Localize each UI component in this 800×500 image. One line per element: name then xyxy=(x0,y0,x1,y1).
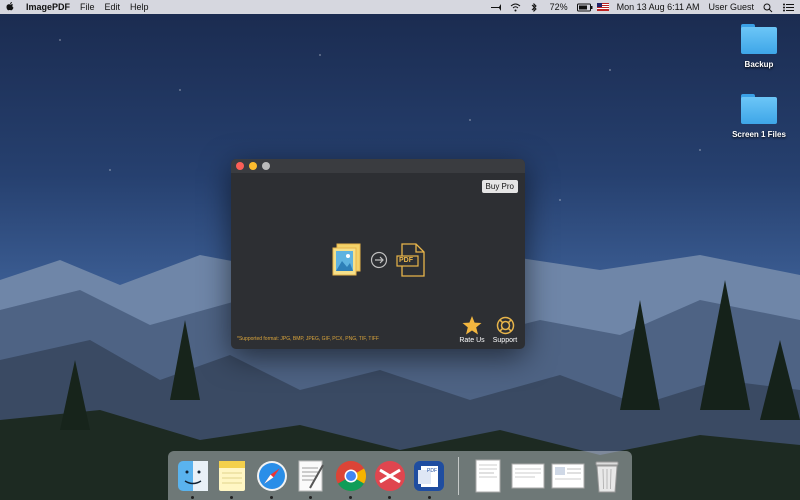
wifi-icon[interactable] xyxy=(510,3,521,12)
arrow-right-icon xyxy=(370,251,388,269)
dock-separator xyxy=(458,456,460,495)
pdf-label: PDF xyxy=(399,257,413,264)
rate-us-label: Rate Us xyxy=(459,337,485,344)
image-stack-icon xyxy=(332,243,361,276)
battery-percent[interactable]: 72% xyxy=(550,2,568,12)
minimize-button[interactable] xyxy=(249,162,257,170)
imagepdf-icon: PDF xyxy=(414,460,445,491)
apple-icon[interactable] xyxy=(6,1,16,14)
desktop-folder-backup[interactable]: Backup xyxy=(729,24,789,69)
supported-formats-text: *Supported format: JPG, BMP, JPEG, GIF, … xyxy=(237,336,379,342)
menubar-clock[interactable]: Mon 13 Aug 6:11 AM xyxy=(617,2,700,12)
support-label: Support xyxy=(492,337,518,344)
document-thumbnail-icon xyxy=(511,463,545,488)
dock-finder[interactable] xyxy=(176,459,209,499)
notification-center-icon[interactable] xyxy=(783,3,794,12)
rate-us-button[interactable]: Rate Us xyxy=(457,316,487,344)
dock-document-2[interactable] xyxy=(511,459,545,493)
pdf-document-icon: PDF xyxy=(396,243,426,277)
dock: PDF xyxy=(168,451,632,500)
skitch-icon xyxy=(374,460,405,491)
spotlight-search-icon[interactable] xyxy=(763,3,774,12)
document-thumbnail-icon xyxy=(551,463,585,488)
desktop-folder-screen-files[interactable]: Screen 1 Files xyxy=(729,94,789,139)
window-titlebar[interactable] xyxy=(231,159,525,173)
menu-help[interactable]: Help xyxy=(130,2,149,12)
folder-icon xyxy=(741,24,777,54)
dock-safari[interactable] xyxy=(255,459,288,499)
bluetooth-icon[interactable] xyxy=(530,2,541,12)
buy-pro-button[interactable]: Buy Pro xyxy=(481,180,518,193)
app-menu-name[interactable]: ImagePDF xyxy=(26,2,70,12)
folder-icon xyxy=(741,94,777,124)
dock-imagepdf[interactable]: PDF xyxy=(413,459,446,499)
dock-document-3[interactable] xyxy=(551,459,585,493)
dock-skitch[interactable] xyxy=(373,459,406,499)
svg-text:PDF: PDF xyxy=(427,468,437,474)
safari-icon xyxy=(256,460,287,491)
document-thumbnail-icon xyxy=(475,459,501,492)
zoom-button[interactable] xyxy=(262,162,270,170)
trash-icon xyxy=(595,461,619,492)
finder-icon xyxy=(177,460,208,491)
dock-trash[interactable] xyxy=(591,459,624,493)
desktop-icon-label: Backup xyxy=(744,60,774,69)
menu-file[interactable]: File xyxy=(80,2,95,12)
imagepdf-window: Buy Pro PDF *Supported format: JPG, BMP,… xyxy=(231,159,525,349)
chrome-icon xyxy=(335,460,366,491)
dock-document-1[interactable] xyxy=(471,459,504,493)
dock-chrome[interactable] xyxy=(334,459,367,499)
notes-icon xyxy=(219,460,246,491)
menubar-user[interactable]: User Guest xyxy=(708,2,754,12)
star-icon xyxy=(462,316,482,335)
flag-icon[interactable] xyxy=(596,2,609,12)
menu-edit[interactable]: Edit xyxy=(105,2,121,12)
support-button[interactable]: Support xyxy=(489,316,521,344)
menu-bar: ImagePDF File Edit Help 72% Mon 13 Aug 6… xyxy=(0,0,800,14)
conversion-graphic[interactable]: PDF xyxy=(332,243,426,277)
battery-icon[interactable] xyxy=(576,3,593,12)
dock-textedit[interactable] xyxy=(294,459,327,499)
close-button[interactable] xyxy=(236,162,244,170)
desktop-icon-label: Screen 1 Files xyxy=(732,130,786,139)
lifebuoy-icon xyxy=(496,316,514,335)
airplay-icon[interactable] xyxy=(490,3,501,12)
dock-notes[interactable] xyxy=(215,459,248,499)
textedit-icon xyxy=(298,460,324,491)
